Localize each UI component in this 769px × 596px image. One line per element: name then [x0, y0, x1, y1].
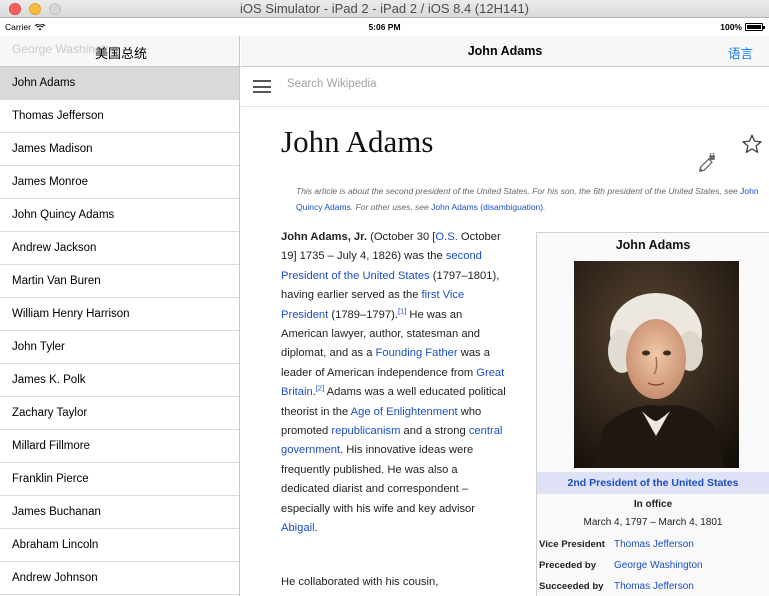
infobox-row-label: Vice President [539, 539, 605, 550]
president-list-item[interactable]: John Tyler [0, 331, 239, 364]
infobox-office-header: 2nd President of the United States [537, 472, 769, 494]
president-list-item[interactable]: Andrew Jackson [0, 232, 239, 265]
president-list-item[interactable]: Andrew Johnson [0, 562, 239, 595]
president-name: Zachary Taylor [12, 407, 88, 419]
language-button[interactable]: 语言 [728, 43, 753, 62]
detail-panel: John Adams 语言 John Adams This article is… [241, 36, 769, 596]
lead-text: (October 30 [ [367, 231, 436, 243]
wikipedia-search-bar [241, 67, 769, 107]
simulator-window: iOS Simulator - iPad 2 - iPad 2 / iOS 8.… [0, 0, 769, 596]
hatnote-text-3: . [543, 202, 546, 212]
president-list-item[interactable]: James Buchanan [0, 496, 239, 529]
battery-percent: 100% [720, 22, 742, 32]
lead-text: and a strong [400, 425, 469, 438]
president-list-item[interactable]: James Madison [0, 133, 239, 166]
battery-indicator: 100% [720, 22, 765, 32]
battery-fill [747, 25, 761, 29]
president-name: John Adams [12, 77, 76, 89]
president-name: Andrew Jackson [12, 242, 97, 254]
infobox: John Adams 2nd President of the United S… [536, 232, 769, 596]
battery-icon [745, 23, 765, 31]
president-list-item[interactable]: Thomas Jefferson [0, 100, 239, 133]
article-title: John Adams [281, 124, 434, 159]
lead-paragraph: John Adams, Jr. (October 30 [O.S. Octobe… [281, 228, 509, 539]
link-abigail[interactable]: Abigail [281, 522, 315, 534]
president-list-item[interactable]: John Adams [0, 67, 239, 100]
office-link[interactable]: 2nd President of the United States [568, 477, 739, 489]
link-republicanism[interactable]: republicanism [331, 425, 400, 437]
link-old-style[interactable]: O.S. [435, 231, 457, 243]
lead-text: (1789–1797). [328, 308, 398, 321]
master-title: 美国总统 [95, 46, 148, 61]
president-list-item[interactable]: William Henry Harrison [0, 298, 239, 331]
president-name: John Quincy Adams [12, 209, 115, 221]
infobox-row-link[interactable]: George Washington [614, 560, 703, 571]
menu-icon[interactable] [253, 80, 271, 93]
lead-bold-name: John Adams, Jr. [281, 231, 368, 243]
infobox-row-label: Preceded by [539, 560, 597, 571]
window-title: iOS Simulator - iPad 2 - iPad 2 / iOS 8.… [239, 1, 529, 16]
president-list-item[interactable]: Abraham Lincoln [0, 529, 239, 562]
president-name: James K. Polk [12, 374, 86, 386]
in-office-label: In office [633, 499, 673, 510]
master-panel: George Washington 美国总统 John Adams Thomas … [0, 36, 240, 596]
president-list-item[interactable]: James K. Polk [0, 364, 239, 397]
infobox-row-link[interactable]: Thomas Jefferson [614, 539, 694, 550]
link-founding-father[interactable]: Founding Father [376, 347, 458, 359]
president-list-item[interactable]: John Quincy Adams [0, 199, 239, 232]
portrait-image[interactable] [574, 261, 739, 468]
master-nav-bar: George Washington 美国总统 [0, 36, 239, 67]
edit-locked-icon[interactable] [696, 153, 718, 175]
president-name: Franklin Pierce [12, 473, 89, 485]
president-name: James Madison [12, 143, 93, 155]
hatnote: This article is about the second preside… [296, 183, 766, 215]
president-name: John Tyler [12, 341, 65, 353]
president-list-item[interactable]: James Monroe [0, 166, 239, 199]
president-list-item[interactable]: Martin Van Buren [0, 265, 239, 298]
president-list-item[interactable]: Millard Fillmore [0, 430, 239, 463]
president-name: Martin Van Buren [12, 275, 101, 287]
ios-status-bar: Carrier 5:06 PM 100% [0, 18, 769, 36]
president-name: Andrew Johnson [12, 572, 98, 584]
star-icon[interactable] [741, 133, 763, 155]
hatnote-link-disambiguation[interactable]: John Adams (disambiguation) [431, 202, 543, 212]
portrait-painting [574, 261, 739, 468]
lead-text: . [314, 522, 318, 535]
president-name: William Henry Harrison [12, 308, 130, 320]
infobox-name: John Adams [615, 238, 691, 252]
hatnote-text-1: This article is about the second preside… [296, 186, 741, 196]
president-list-item[interactable]: Zachary Taylor [0, 397, 239, 430]
president-list[interactable]: John Adams Thomas Jefferson James Madison J… [0, 67, 239, 595]
president-name: Millard Fillmore [12, 440, 90, 452]
infobox-row-link[interactable]: Thomas Jefferson [614, 581, 694, 592]
president-name: James Monroe [12, 176, 89, 188]
second-paragraph: He collaborated with his cousin, [281, 576, 439, 588]
window-title-bar: iOS Simulator - iPad 2 - iPad 2 / iOS 8.… [0, 0, 769, 18]
search-input[interactable] [287, 78, 587, 90]
president-name: Thomas Jefferson [12, 110, 104, 122]
detail-title: John Adams [467, 44, 543, 58]
hatnote-text-2: . For other uses, see [350, 202, 432, 212]
reference-link-2[interactable]: [2] [316, 384, 324, 393]
link-age-of-enlightenment[interactable]: Age of Enlightenment [351, 406, 458, 418]
infobox-row-label: Succeeded by [539, 581, 604, 592]
status-time: 5:06 PM [368, 22, 401, 32]
president-name: James Buchanan [12, 506, 101, 518]
president-name: Abraham Lincoln [12, 539, 99, 551]
president-list-item[interactable]: Franklin Pierce [0, 463, 239, 496]
detail-nav-bar: John Adams 语言 [241, 36, 769, 67]
in-office-dates: March 4, 1797 – March 4, 1801 [583, 517, 723, 528]
